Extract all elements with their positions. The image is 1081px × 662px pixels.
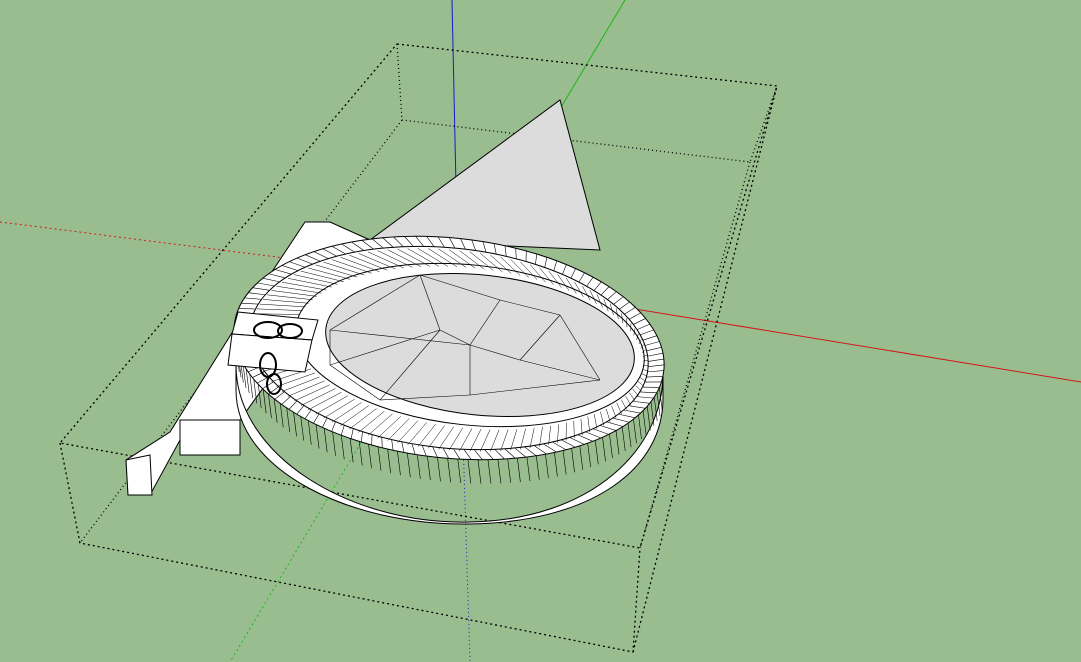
arm-side[interactable]: [179, 419, 241, 456]
scene-canvas[interactable]: [0, 0, 1081, 662]
arm-end-cap[interactable]: [125, 454, 153, 496]
model-viewport[interactable]: [0, 0, 1081, 662]
